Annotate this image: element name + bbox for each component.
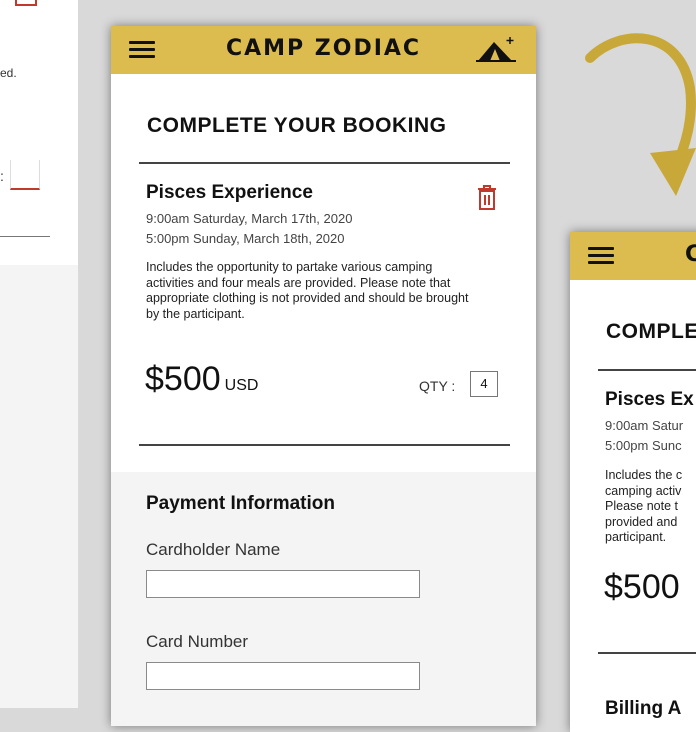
start-datetime: 9:00am Saturday, March 17th, 2020	[146, 211, 353, 226]
divider	[139, 162, 510, 164]
left-text-fragment: ed.	[0, 66, 17, 80]
description-line: participant.	[605, 530, 667, 544]
divider	[598, 652, 696, 654]
page-title: COMPLE	[606, 320, 696, 343]
quantity-label: QTY :	[419, 378, 456, 394]
left-divider	[0, 236, 50, 237]
payment-heading: Payment Information	[146, 493, 335, 514]
phone-screen-billing: C COMPLE Pisces Ex 9:00am Satur 5:00pm S…	[570, 232, 696, 732]
description-line: Please note t	[605, 499, 678, 513]
quantity-input[interactable]: 4	[470, 371, 498, 397]
brand-logo[interactable]: C	[685, 242, 696, 267]
cardholder-name-input[interactable]	[146, 570, 420, 598]
left-trash-fragment	[15, 0, 37, 6]
product-description: Includes the c camping activ Please note…	[605, 468, 682, 546]
end-datetime: 5:00pm Sunc	[605, 438, 682, 453]
brand-logo[interactable]: CAMP ZODIAC	[111, 36, 536, 61]
product-description: Includes the opportunity to partake vari…	[146, 260, 469, 321]
end-datetime: 5:00pm Sunday, March 18th, 2020	[146, 231, 345, 246]
product-name: Pisces Ex	[605, 389, 694, 410]
product-name: Pisces Experience	[146, 182, 313, 203]
divider	[598, 369, 696, 371]
price: $500 USD	[145, 360, 258, 399]
divider	[139, 444, 510, 446]
description-line: Includes the c	[605, 468, 683, 482]
left-colon: :	[0, 168, 4, 184]
payment-section: Payment Information Cardholder Name Card…	[111, 472, 536, 726]
cardholder-name-label: Cardholder Name	[146, 540, 281, 559]
page-title: COMPLETE YOUR BOOKING	[147, 114, 447, 137]
price-amount: $500	[604, 568, 680, 606]
left-screen-lower-panel	[0, 265, 78, 708]
trash-icon[interactable]	[475, 183, 499, 211]
description-line: camping activ	[605, 483, 682, 498]
tent-icon	[476, 37, 516, 62]
billing-heading: Billing A	[605, 698, 682, 719]
left-qty-box-fragment[interactable]	[10, 160, 40, 190]
app-header: C	[570, 232, 696, 280]
card-number-label: Card Number	[146, 632, 249, 651]
price-currency: USD	[224, 377, 259, 394]
start-datetime: 9:00am Satur	[605, 418, 684, 433]
curved-arrow-icon	[585, 33, 696, 196]
app-header: CAMP ZODIAC	[111, 26, 536, 74]
phone-screen-booking: CAMP ZODIAC COMPLETE YOUR BOOKING Pisces…	[111, 26, 536, 726]
description-line: provided and	[605, 514, 678, 529]
price-amount: $500	[145, 360, 221, 398]
card-number-input[interactable]	[146, 662, 420, 690]
menu-icon[interactable]	[588, 247, 614, 265]
